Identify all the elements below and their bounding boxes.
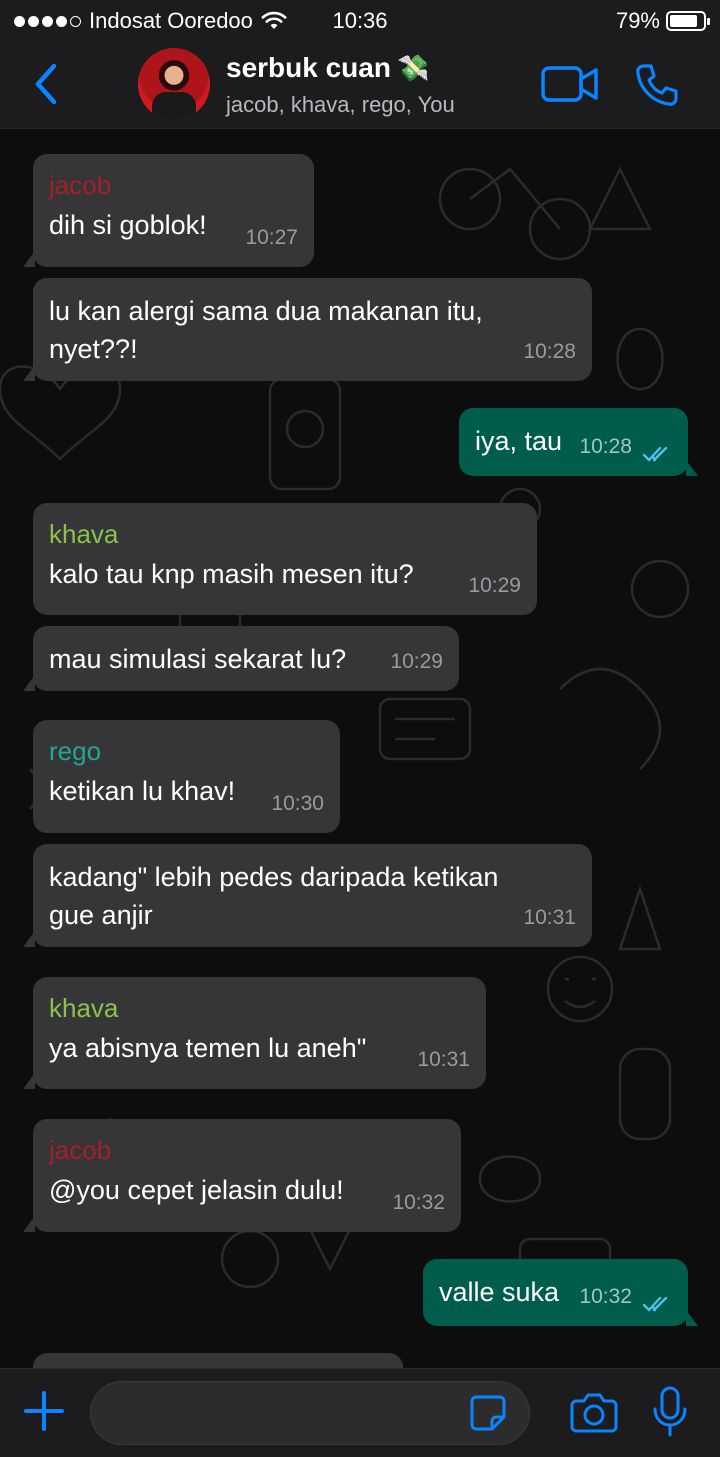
chat-title[interactable]: serbuk cuan 💸 [226,52,429,84]
message-incoming[interactable]: mau simulasi sekarat lu? 10:29 [23,626,459,691]
message-time: 10:32 [392,1191,445,1214]
message-text: valle suka [439,1277,560,1307]
sender-name[interactable]: jacob [49,168,298,202]
message-text: mau simulasi sekarat lu? [49,644,347,674]
message-text: ya abisnya temen lu aneh" [49,1033,367,1063]
chat-header: serbuk cuan 💸 jacob, khava, rego, You [0,42,720,128]
message-text: @you cepet jelasin dulu! [49,1175,344,1205]
message-time: 10:30 [271,792,324,815]
message-incoming[interactable]: kadang" lebih pedes daripada ketikan gue… [23,844,592,947]
read-ticks-icon [642,446,668,462]
message-time: 10:32 [579,1285,632,1308]
message-text: kalo tau knp masih mesen itu? [49,559,414,589]
top-bar: Indosat Ooredoo 10:36 79% serbuk cuan 💸 … [0,0,720,129]
read-ticks-icon [642,1296,668,1312]
message-outgoing[interactable]: iya, tau 10:28 [459,408,698,476]
message-incoming[interactable]: rego ketikan lu khav! 10:30 [33,720,340,833]
message-incoming[interactable]: khava kalo tau knp masih mesen itu? 10:2… [33,503,537,615]
message-time: 10:31 [417,1048,470,1071]
message-time: 10:28 [579,435,632,458]
sender-name[interactable]: rego [49,734,324,768]
group-avatar[interactable] [138,48,210,120]
back-chevron-icon[interactable] [30,60,64,108]
message-time: 10:31 [523,906,576,929]
battery-icon [666,11,710,31]
message-text: lu kan alergi sama dua makanan itu, [49,296,483,326]
phone-call-icon[interactable] [634,62,680,108]
message-text-line2: nyet??! [49,334,138,364]
composer-bar [0,1368,720,1457]
message-incoming[interactable]: khava ya abisnya temen lu aneh" 10:31 [23,977,486,1089]
group-name: serbuk cuan [226,52,391,83]
message-incoming[interactable]: jacob @you cepet jelasin dulu! 10:32 [23,1119,461,1232]
sticker-icon[interactable] [468,1393,508,1433]
message-incoming-partial[interactable] [33,1353,403,1368]
video-call-icon[interactable] [540,64,600,104]
message-incoming[interactable]: jacob dih si goblok! 10:27 [23,154,314,267]
message-outgoing[interactable]: valle suka 10:32 [423,1259,698,1326]
plus-icon[interactable] [22,1389,66,1433]
chat-area[interactable]: jacob dih si goblok! 10:27 lu kan alergi… [0,129,720,1368]
message-time: 10:27 [245,226,298,249]
status-bar: Indosat Ooredoo 10:36 79% [0,0,720,42]
status-time: 10:36 [332,8,388,33]
sender-name[interactable]: jacob [49,1133,445,1167]
group-members: jacob, khava, rego, You [226,92,455,117]
message-text-line2: gue anjir [49,900,153,930]
status-right: 79% [615,8,710,34]
message-time: 10:28 [523,340,576,363]
camera-icon[interactable] [570,1391,618,1433]
mic-icon[interactable] [650,1385,690,1439]
message-time: 10:29 [390,650,443,673]
message-input[interactable] [90,1381,530,1445]
battery-percent: 79% [615,8,660,33]
money-wings-icon: 💸 [396,52,430,83]
sender-name[interactable]: khava [49,517,521,551]
message-incoming[interactable]: lu kan alergi sama dua makanan itu, nyet… [23,278,592,381]
message-text: kadang" lebih pedes daripada ketikan [49,862,499,892]
message-time: 10:29 [468,574,521,597]
sender-name[interactable]: khava [49,991,470,1025]
